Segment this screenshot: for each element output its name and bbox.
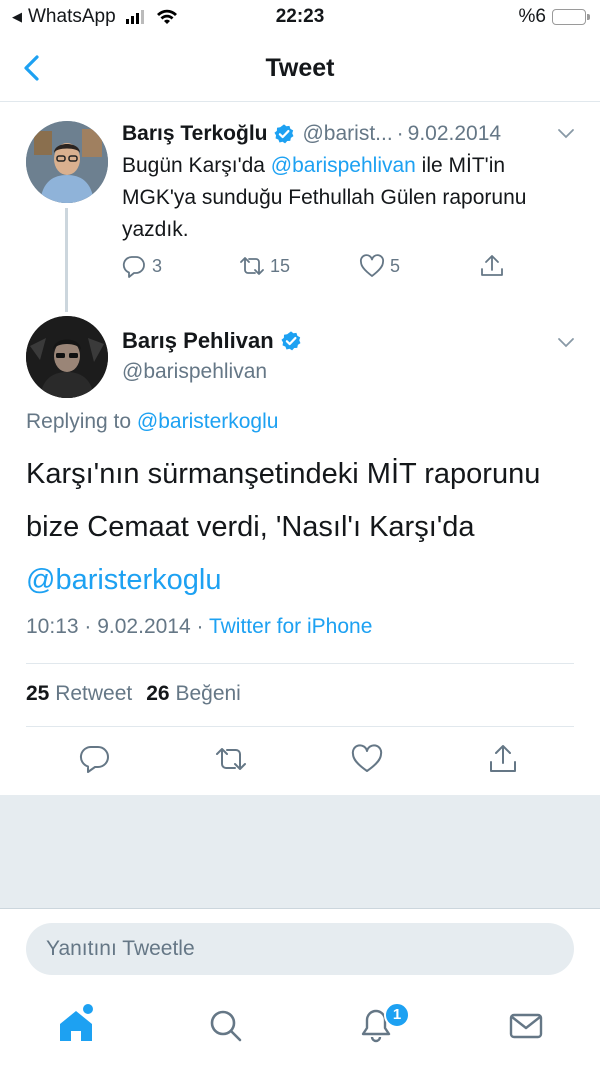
like-count: 5 xyxy=(390,255,401,276)
chevron-down-icon[interactable] xyxy=(556,127,576,141)
navigation-bar: Tweet xyxy=(0,36,600,102)
replying-prefix: Replying to xyxy=(26,410,137,433)
battery-icon xyxy=(552,9,590,25)
share-icon[interactable] xyxy=(486,742,520,776)
clock: 22:23 xyxy=(275,6,325,27)
tweet-source-link[interactable]: Twitter for iPhone xyxy=(209,615,372,638)
parent-author-name[interactable]: Barış Terkoğlu xyxy=(122,122,267,146)
main-author[interactable]: Barış Pehlivan xyxy=(122,328,302,354)
reply-input[interactable] xyxy=(26,923,574,975)
likes-label: Beğeni xyxy=(175,682,241,705)
reply-composer xyxy=(0,908,600,988)
tweet-date: 9.02.2014 xyxy=(97,615,191,638)
status-bar: ◀ WhatsApp 22:23 %6 xyxy=(0,0,600,36)
empty-replies-area xyxy=(0,795,600,908)
tweet-time: 10:13 xyxy=(26,615,79,638)
main-tweet-actions xyxy=(0,742,600,782)
tab-bar xyxy=(0,988,600,1067)
retweets-count: 25 xyxy=(26,682,50,705)
reply-icon xyxy=(122,256,145,278)
retweets-label: Retweet xyxy=(55,682,133,705)
chevron-down-icon[interactable] xyxy=(556,336,576,350)
notification-badge: 1 xyxy=(384,1002,410,1028)
new-content-dot xyxy=(83,1004,93,1014)
retweet-icon xyxy=(240,257,264,275)
reply-icon[interactable] xyxy=(78,742,112,776)
reply-count: 3 xyxy=(152,255,163,276)
mention-link[interactable]: @baristerkoglu xyxy=(26,564,221,596)
avatar[interactable] xyxy=(26,316,108,398)
share-button[interactable] xyxy=(478,252,506,280)
page-title: Tweet xyxy=(265,54,335,82)
replying-handle-link[interactable]: @baristerkoglu xyxy=(137,410,279,433)
parent-tweet-text[interactable]: Bugün Karşı'da @barispehlivan ile MİT'in… xyxy=(122,150,582,246)
battery-percentage: %6 xyxy=(518,6,546,27)
parent-tweet-actions: 3 15 5 xyxy=(120,252,520,282)
retweets-stat[interactable]: 25 Retweet xyxy=(26,682,132,706)
likes-count: 26 xyxy=(146,682,170,705)
mention-link[interactable]: @barispehlivan xyxy=(271,154,416,177)
retweet-count: 15 xyxy=(270,255,291,276)
like-icon xyxy=(360,254,384,277)
like-icon[interactable] xyxy=(350,742,384,776)
like-button[interactable]: 5 xyxy=(358,252,400,280)
retweet-icon[interactable] xyxy=(214,742,248,776)
divider xyxy=(26,663,574,664)
profile-photo xyxy=(26,316,108,398)
parent-author-handle[interactable]: @barist... xyxy=(302,122,392,146)
parent-tweet-header: Barış Terkoğlu @barist... · 9.02.2014 xyxy=(122,121,582,147)
separator-dot: · xyxy=(78,615,98,638)
likes-stat[interactable]: 26 Beğeni xyxy=(146,682,241,706)
thread-line xyxy=(65,208,68,312)
reply-button[interactable]: 3 xyxy=(120,252,162,280)
replying-to: Replying to @baristerkoglu xyxy=(26,410,278,434)
divider xyxy=(26,726,574,727)
main-author-handle[interactable]: @barispehlivan xyxy=(122,360,267,384)
verified-icon xyxy=(281,331,301,351)
main-tweet-text: Karşı'nın sürmanşetindeki MİT raporunu b… xyxy=(26,448,586,607)
separator-dot: · xyxy=(190,615,209,638)
tweet-meta: 10:13 · 9.02.2014 · Twitter for iPhone xyxy=(26,615,372,639)
battery-status: %6 xyxy=(518,6,590,28)
search-icon[interactable] xyxy=(206,1006,246,1046)
verified-icon xyxy=(274,124,294,144)
share-icon xyxy=(481,255,503,276)
parent-tweet-date[interactable]: 9.02.2014 xyxy=(408,122,501,146)
retweet-button[interactable]: 15 xyxy=(238,252,290,280)
separator-dot: · xyxy=(396,122,404,145)
tweet-text-part: Karşı'nın sürmanşetindeki MİT raporunu b… xyxy=(26,458,541,543)
tweet-text-part: Bugün Karşı'da xyxy=(122,154,271,177)
messages-icon[interactable] xyxy=(506,1006,546,1046)
profile-photo xyxy=(26,121,108,203)
main-author-name: Barış Pehlivan xyxy=(122,328,274,353)
tweet-stats: 25 Retweet 26 Beğeni xyxy=(26,682,241,706)
avatar[interactable] xyxy=(26,121,108,203)
